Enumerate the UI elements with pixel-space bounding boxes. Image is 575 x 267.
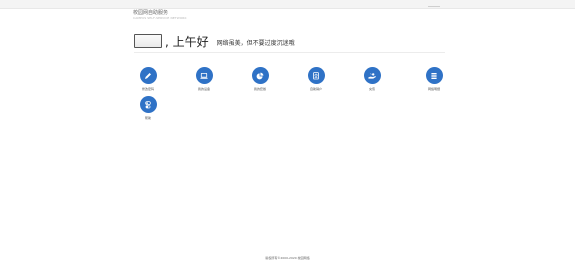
top-bar-mark: [428, 6, 440, 7]
tile-icon-circle: [251, 67, 269, 84]
tile-icon-circle: [139, 67, 157, 84]
tile-recharge[interactable]: 充值: [352, 67, 392, 91]
top-bar: [0, 0, 575, 9]
tile-help[interactable]: 帮助: [128, 96, 168, 120]
tile-icon-circle: [195, 67, 213, 84]
payment-hand-icon: [368, 72, 376, 79]
laptop-icon: [200, 72, 208, 79]
tile-icon-circle: [139, 96, 157, 113]
tile-my-package[interactable]: 我的套餐: [240, 67, 280, 91]
greeting-text: , 上午好: [165, 34, 209, 49]
tile-my-devices[interactable]: 我的设备: [184, 67, 224, 91]
footer-copyright: 版权所有©2000-2020 校园网络: [265, 256, 310, 260]
tile-label: 我的设备: [197, 87, 210, 91]
tile-self-cancel[interactable]: 自助销户: [296, 67, 336, 91]
username-box: [134, 34, 162, 48]
tile-network-details[interactable]: 网络明细: [414, 67, 454, 91]
tile-icon-circle: [425, 67, 443, 84]
pie-chart-icon: [256, 72, 264, 79]
tile-label: 自助销户: [309, 87, 322, 91]
tile-label: 帮助: [144, 116, 151, 120]
tile-label: 我的套餐: [253, 87, 266, 91]
list-icon: [431, 72, 437, 79]
tile-icon-circle: [307, 67, 325, 84]
greeting-motto: 网络虽美，但不要过度沉迷哦: [216, 40, 295, 47]
brand-title-en: CAMPUS SELF-SERVICE NETWORK: [133, 16, 187, 20]
pencil-icon: [145, 72, 151, 79]
tile-label: 充值: [368, 87, 375, 91]
brand-logo: 校园网自助服务 CAMPUS SELF-SERVICE NETWORK: [133, 10, 187, 21]
tile-label: 修改密码: [141, 87, 154, 91]
document-icon: [313, 71, 319, 79]
tile-change-password[interactable]: 修改密码: [128, 67, 168, 91]
help-toggle-icon: [145, 100, 151, 108]
tile-label: 网络明细: [427, 87, 440, 91]
header-divider: [134, 52, 445, 53]
tile-icon-circle: [363, 67, 381, 84]
greeting-row: , 上午好 网络虽美，但不要过度沉迷哦: [134, 33, 295, 49]
